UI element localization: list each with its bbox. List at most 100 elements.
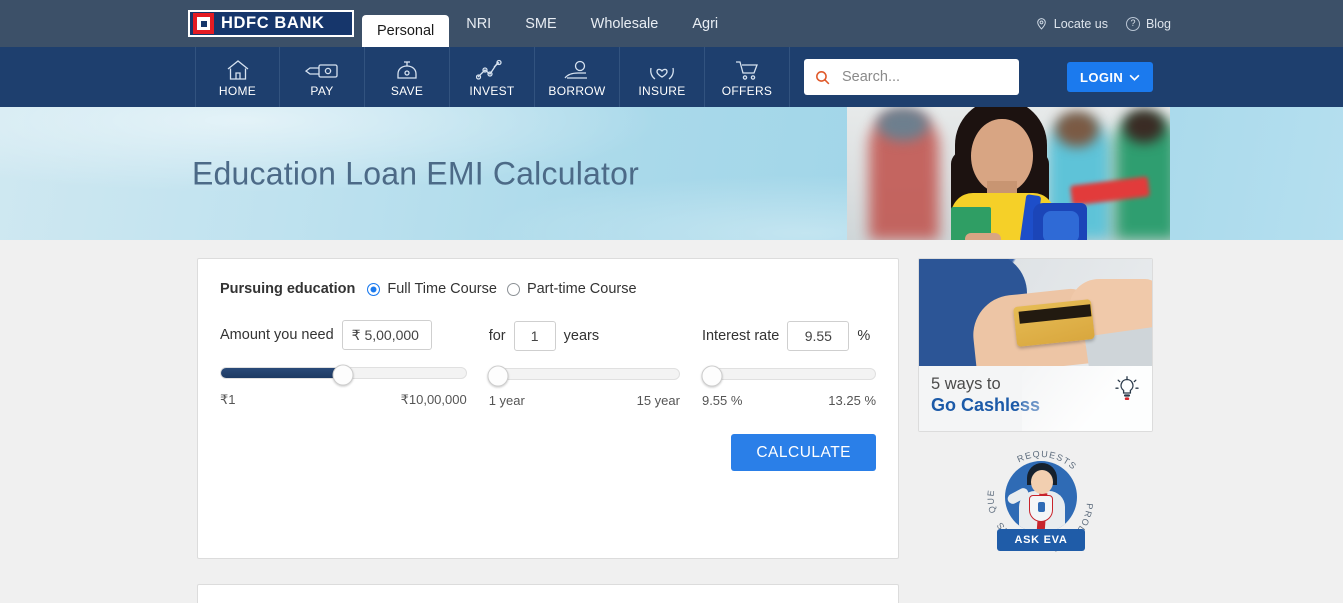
segment-tab-personal[interactable]: Personal (362, 15, 450, 47)
interest-rate-min-label: 9.55 % (701, 392, 743, 408)
svg-text:QUERIES: QUERIES (981, 441, 998, 514)
calculate-button[interactable]: CALCULATE (731, 434, 876, 471)
tenure-range-labels: 1 year 15 year (489, 393, 680, 408)
tenure-prefix-label: for (488, 327, 506, 344)
interest-rate-input[interactable] (797, 327, 840, 344)
search-icon (816, 70, 830, 84)
hero-student-photo (847, 107, 1170, 240)
amount-min-label: ₹1 (220, 392, 236, 407)
insure-icon (647, 58, 677, 82)
amount-column: Amount you need ₹1 ₹10,00,000 (220, 320, 467, 408)
tenure-max-label: 15 year (636, 392, 680, 408)
login-label: LOGIN (1080, 69, 1124, 85)
blog-link[interactable]: ? Blog (1125, 16, 1171, 31)
amount-input-box[interactable] (341, 320, 432, 350)
pursuing-education-label: Pursuing education (220, 281, 356, 297)
nav-label-save: SAVE (390, 84, 424, 98)
search-input[interactable] (842, 69, 1029, 85)
logo-text: HDFC BANK (221, 14, 325, 32)
interest-rate-slider-thumb[interactable] (701, 365, 723, 386)
amount-input[interactable] (351, 327, 422, 343)
nav-label-borrow: BORROW (548, 84, 606, 98)
login-button[interactable]: LOGIN (1067, 62, 1154, 92)
radio-label-full-time: Full Time Course (387, 281, 497, 297)
primary-nav-bar: HOME PAY SAVE INVEST BORROW INSURE OFFER… (0, 47, 1343, 107)
interest-rate-column: Interest rate % 9.55 % 13 (701, 320, 876, 408)
eva-avatar (1005, 461, 1077, 533)
lightbulb-icon (1115, 376, 1139, 400)
nav-item-save[interactable]: SAVE (365, 47, 450, 107)
tenure-column: for years 1 year 15 year (487, 320, 680, 408)
radio-part-time-course[interactable]: Part-time Course (506, 281, 637, 297)
promo-card-caption: 5 ways to Go Cashless (919, 366, 1152, 431)
calculate-button-row: CALCULATE (220, 434, 876, 471)
tenure-input-box[interactable] (513, 320, 556, 351)
emi-calculator-panel: Pursuing education Full Time Course Part… (197, 258, 899, 559)
locate-us-link[interactable]: Locate us (1035, 17, 1108, 31)
segment-tab-nri[interactable]: NRI (449, 0, 508, 47)
amount-max-label: ₹10,00,000 (400, 392, 467, 407)
ask-eva-badge[interactable]: ASK EVA (997, 529, 1085, 551)
tenure-min-label: 1 year (488, 392, 525, 408)
interest-rate-slider-track[interactable] (701, 367, 876, 380)
segment-tabs: Personal NRI SME Wholesale Agri (362, 0, 735, 47)
amount-field-group: Amount you need (220, 320, 467, 350)
segment-tab-sme[interactable]: SME (508, 0, 573, 47)
tenure-slider-track[interactable] (488, 367, 680, 380)
nav-item-borrow[interactable]: BORROW (535, 47, 620, 107)
radio-button-selected-icon[interactable] (367, 282, 381, 296)
interest-rate-field-group: Interest rate % (701, 320, 876, 351)
nav-item-offers[interactable]: OFFERS (705, 47, 790, 107)
pursuing-education-row: Pursuing education Full Time Course Part… (220, 281, 876, 297)
interest-rate-label: Interest rate (701, 327, 780, 344)
page-body: Pursuing education Full Time Course Part… (0, 240, 1343, 603)
map-pin-icon (1036, 18, 1046, 30)
hero-banner: Education Loan EMI Calculator (0, 107, 1343, 240)
nav-item-home[interactable]: HOME (195, 47, 280, 107)
tenure-slider[interactable] (487, 365, 680, 386)
nav-label-invest: INVEST (469, 84, 515, 98)
borrow-icon (561, 58, 593, 82)
segment-tab-wholesale[interactable]: Wholesale (574, 0, 676, 47)
secondary-panel-partial (197, 584, 899, 603)
calculator-fields-row: Amount you need ₹1 ₹10,00,000 (220, 320, 876, 408)
interest-rate-slider[interactable] (701, 365, 876, 386)
nav-item-invest[interactable]: INVEST (450, 47, 535, 107)
promo-line-1: 5 ways to (931, 375, 1001, 393)
nav-label-offers: OFFERS (721, 84, 773, 98)
radio-full-time-course[interactable]: Full Time Course (367, 281, 497, 297)
course-type-radio-group: Full Time Course Part-time Course (367, 281, 637, 297)
tenure-field-group: for years (488, 320, 680, 351)
nav-label-insure: INSURE (638, 84, 686, 98)
nav-item-insure[interactable]: INSURE (620, 47, 705, 107)
top-bar-utility-links: Locate us ? Blog (1035, 16, 1343, 31)
amount-range-labels: ₹1 ₹10,00,000 (220, 392, 467, 408)
home-icon (225, 58, 251, 82)
interest-rate-input-box[interactable] (787, 320, 850, 351)
amount-label: Amount you need (220, 327, 334, 343)
tenure-suffix-label: years (563, 327, 600, 344)
amount-slider[interactable] (220, 364, 467, 386)
top-bar: HDFC BANK Personal NRI SME Wholesale Agr… (0, 0, 1343, 47)
hdfc-bank-logo[interactable]: HDFC BANK (188, 10, 354, 37)
promo-card-go-cashless[interactable]: 5 ways to Go Cashless (918, 258, 1153, 432)
nav-items: HOME PAY SAVE INVEST BORROW INSURE OFFER… (195, 47, 790, 107)
nav-item-pay[interactable]: PAY (280, 47, 365, 107)
save-icon (394, 58, 420, 82)
search-box[interactable] (804, 59, 1029, 95)
radio-button-unselected-icon[interactable] (506, 282, 520, 296)
pay-icon (305, 58, 339, 82)
locate-us-label: Locate us (1053, 16, 1108, 31)
question-mark-icon: ? (1125, 16, 1140, 31)
interest-rate-max-label: 13.25 % (828, 392, 876, 408)
interest-rate-range-labels: 9.55 % 13.25 % (702, 393, 876, 408)
amount-slider-thumb[interactable] (332, 364, 354, 386)
invest-icon (476, 58, 508, 82)
nav-label-pay: PAY (310, 84, 334, 98)
tenure-input[interactable] (523, 327, 546, 344)
ask-eva-widget[interactable]: REQUESTS PRODUCTS SERVICES QUERIES ASK E… (981, 441, 1101, 559)
amount-slider-fill (221, 368, 344, 378)
promo-card-image (919, 259, 1152, 366)
segment-tab-agri[interactable]: Agri (675, 0, 735, 47)
tenure-slider-thumb[interactable] (487, 365, 509, 386)
